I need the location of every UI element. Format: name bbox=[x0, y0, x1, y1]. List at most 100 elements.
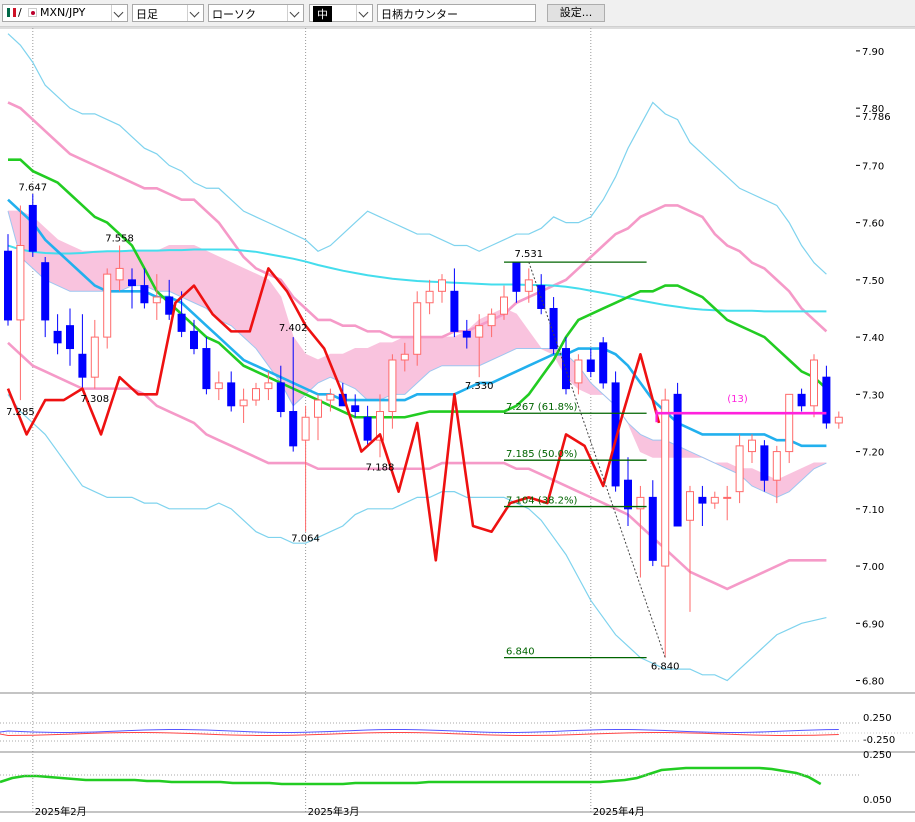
candle-body bbox=[66, 325, 74, 350]
candle-body bbox=[90, 336, 99, 378]
price-annotation: 7.647 bbox=[18, 183, 47, 194]
candle-body bbox=[834, 416, 843, 424]
price-tick-label: 7.10 bbox=[862, 505, 884, 516]
candle-body bbox=[574, 359, 583, 384]
candle-body bbox=[797, 393, 806, 407]
date-tick-label: 2025年2月 bbox=[35, 805, 87, 818]
candle-body bbox=[438, 279, 446, 292]
candle-body bbox=[252, 388, 260, 401]
date-axis: 2025年2月 2025年3月 2025年4月 bbox=[0, 805, 915, 818]
candle-body bbox=[822, 376, 831, 424]
candle-body bbox=[363, 416, 372, 441]
candle-body bbox=[648, 496, 657, 561]
price-annotation: 7.402 bbox=[279, 323, 308, 334]
candle-body bbox=[698, 496, 707, 504]
candle-body bbox=[227, 382, 236, 407]
fib-level-label: 7.185 (50.0%) bbox=[506, 449, 577, 460]
candle-body bbox=[264, 382, 273, 390]
sub-tick-label: 0.250 bbox=[863, 713, 892, 724]
candle-body bbox=[103, 273, 112, 338]
candle-body bbox=[450, 290, 459, 332]
candle-body bbox=[413, 302, 422, 355]
candle-body bbox=[4, 250, 12, 321]
candle-body bbox=[524, 279, 533, 292]
candle-body bbox=[487, 313, 496, 327]
price-tick-label: 7.70 bbox=[862, 161, 884, 172]
fib-level-label: 6.840 bbox=[506, 647, 535, 658]
price-annotation: 7.308 bbox=[80, 394, 109, 405]
candle-body bbox=[140, 285, 149, 304]
date-tick-label: 2025年3月 bbox=[308, 805, 360, 818]
candle-body bbox=[152, 296, 161, 304]
price-tick-label: 7.90 bbox=[862, 47, 884, 58]
candle-body bbox=[165, 296, 174, 315]
price-tick-label: 6.80 bbox=[862, 677, 884, 688]
candle-body bbox=[190, 330, 198, 350]
candle-body bbox=[710, 496, 719, 504]
candle-body bbox=[462, 330, 471, 338]
candle-body bbox=[314, 399, 322, 418]
price-annotation: 7.188 bbox=[366, 462, 395, 473]
candle-body bbox=[239, 399, 248, 407]
price-annotation: 7.558 bbox=[105, 234, 134, 245]
candle-body bbox=[289, 411, 298, 447]
candle-body bbox=[661, 399, 670, 567]
price-annotation: 7.064 bbox=[291, 533, 320, 544]
price-tick-label: 7.786 bbox=[862, 112, 891, 123]
price-tick-label: 7.20 bbox=[862, 448, 884, 459]
candle-body bbox=[512, 262, 521, 292]
candle-body bbox=[723, 496, 732, 499]
candle-body bbox=[301, 416, 310, 441]
candle-body bbox=[735, 445, 744, 493]
candle-body bbox=[177, 313, 186, 332]
candle-body bbox=[276, 382, 285, 413]
price-tick-label: 7.60 bbox=[862, 219, 884, 230]
price-annotation: 7.285 bbox=[6, 407, 35, 418]
sub-tick-label: 0.250 bbox=[863, 750, 892, 761]
sub-tick-label: 0.050 bbox=[863, 795, 892, 806]
candle-body bbox=[772, 451, 781, 481]
candle-body bbox=[810, 359, 818, 407]
candle-body bbox=[388, 359, 397, 413]
price-annotation: 7.531 bbox=[514, 249, 543, 260]
price-tick-label: 6.90 bbox=[862, 619, 884, 630]
candle-body bbox=[115, 267, 124, 281]
price-tick-label: 7.50 bbox=[862, 276, 884, 287]
fib-level-label: 7.267 (61.8%) bbox=[506, 402, 577, 413]
candle-body bbox=[214, 382, 223, 390]
candle-body bbox=[586, 359, 595, 372]
candle-body bbox=[351, 405, 360, 413]
candle-body bbox=[599, 342, 608, 384]
candle-body bbox=[785, 393, 794, 453]
candle-body bbox=[16, 245, 25, 321]
candle-body bbox=[624, 479, 632, 510]
price-tick-label: 7.30 bbox=[862, 390, 884, 401]
candle-body bbox=[326, 393, 335, 401]
sub1-blue-line bbox=[0, 729, 839, 733]
candle-body bbox=[28, 204, 37, 252]
candle-body bbox=[475, 325, 484, 338]
price-annotation: 6.840 bbox=[651, 662, 680, 673]
sub2-green-line bbox=[0, 766, 822, 786]
price-axis: 7.907.807.7867.707.607.507.407.307.207.1… bbox=[856, 47, 891, 688]
price-tick-label: 7.40 bbox=[862, 333, 884, 344]
candle-body bbox=[425, 290, 434, 304]
sub-tick-label: -0.250 bbox=[863, 735, 895, 746]
day-counter-label: (13) bbox=[727, 394, 748, 405]
candle-body bbox=[53, 330, 62, 344]
candle-body bbox=[760, 445, 769, 481]
candle-body bbox=[128, 279, 136, 287]
candle-body bbox=[686, 491, 694, 521]
price-chart[interactable]: 7.267 (61.8%) 7.185 (50.0%) 7.104 (38.2%) 6… bbox=[0, 0, 915, 822]
candle-body bbox=[400, 353, 409, 361]
price-tick-label: 7.00 bbox=[862, 562, 884, 573]
candle-body bbox=[500, 296, 508, 315]
sub-panels: 0.250 -0.250 0.250 0.050 bbox=[0, 713, 915, 806]
bollinger-lower2-line bbox=[7, 393, 827, 682]
candle-body bbox=[202, 348, 211, 390]
price-annotation: 7.330 bbox=[465, 381, 494, 392]
candle-body bbox=[748, 439, 756, 453]
date-tick-label: 2025年4月 bbox=[593, 805, 645, 818]
candle-body bbox=[78, 353, 87, 378]
fib-level-label: 7.104 (38.2%) bbox=[506, 496, 577, 507]
